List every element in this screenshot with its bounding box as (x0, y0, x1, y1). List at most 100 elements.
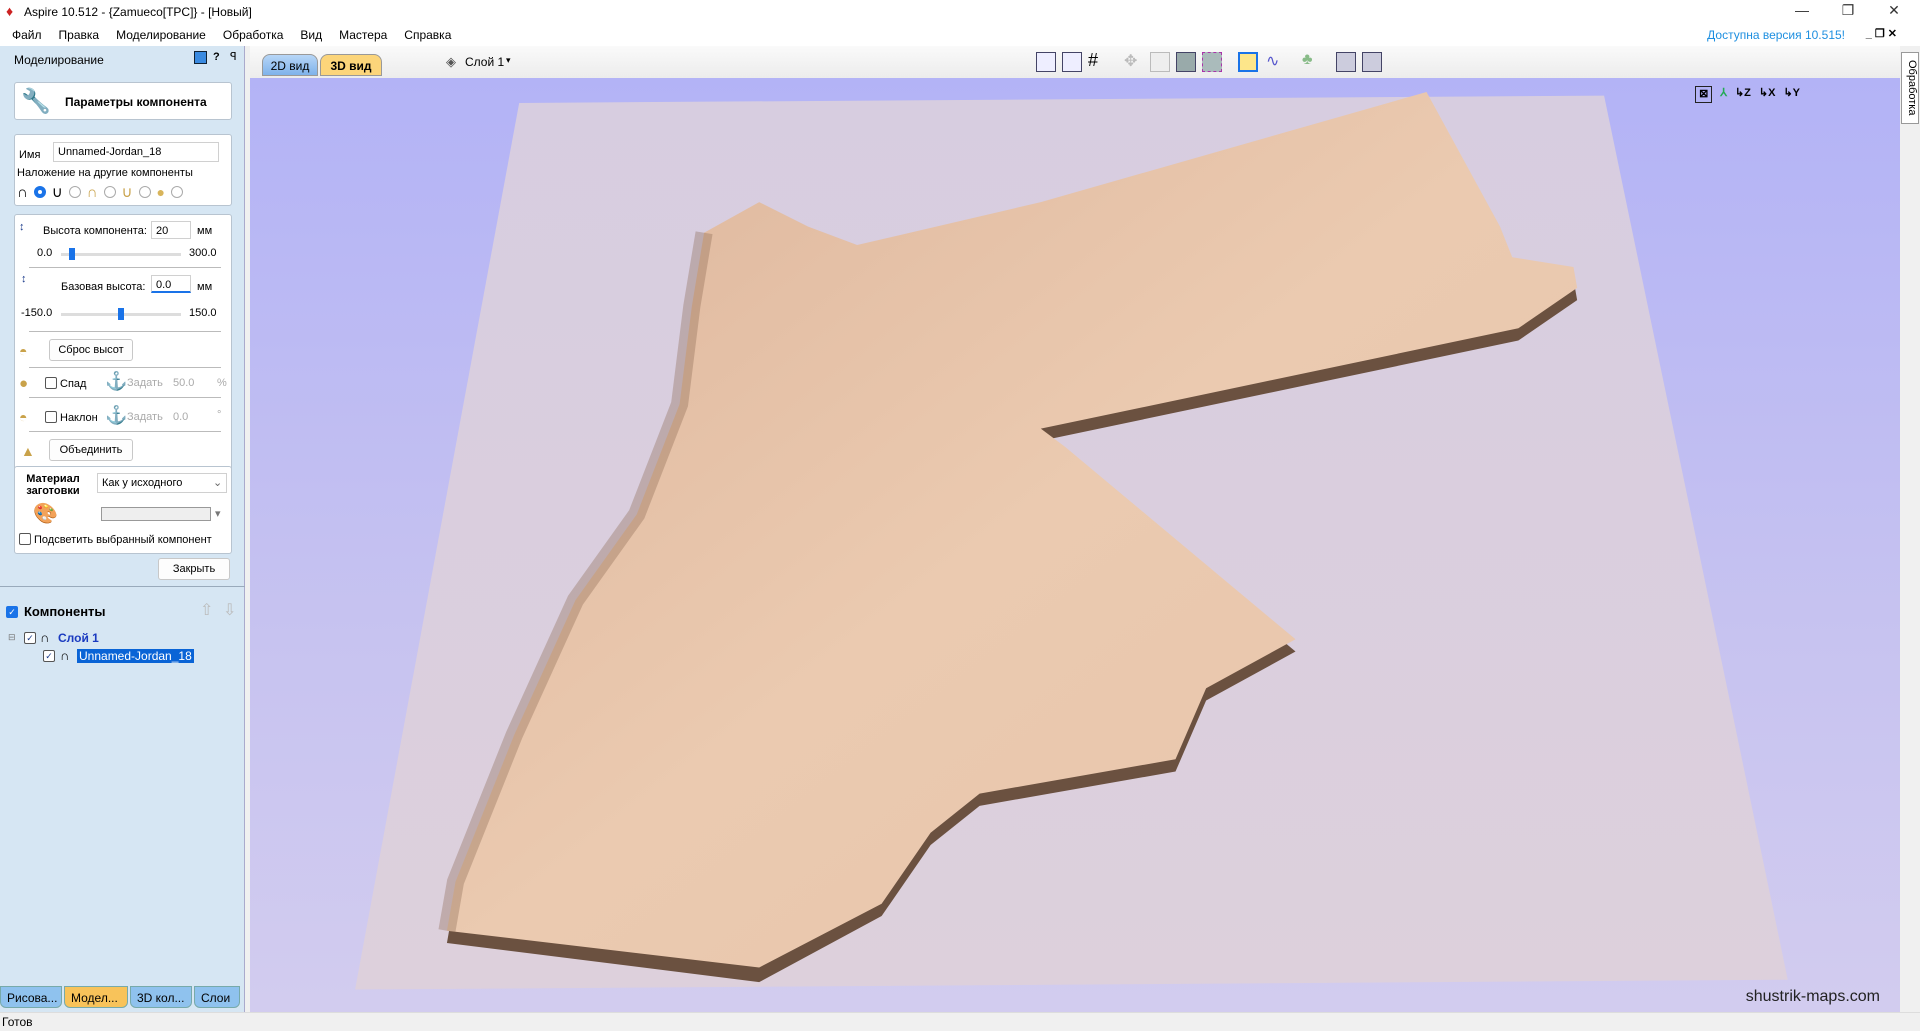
move-down-icon[interactable]: ⇩ (223, 600, 236, 620)
reset-heights-button[interactable]: Сброс высот (49, 339, 133, 361)
component-item[interactable]: Unnamed-Jordan_18 (77, 649, 194, 663)
item-checkbox[interactable]: ✓ (43, 650, 55, 662)
merge-button[interactable]: Объединить (49, 439, 133, 461)
collapse-icon[interactable]: ⊟ (8, 632, 16, 643)
help-icon[interactable]: ? (213, 51, 220, 63)
height-max: 300.0 (189, 247, 217, 259)
layer-name[interactable]: Слой 1 (58, 631, 99, 645)
pan-icon[interactable]: ✥ (1124, 51, 1137, 71)
menu-modeling[interactable]: Моделирование (116, 28, 206, 42)
view-toolbar: 2D вид 3D вид ◈ Слой 1 ▾ # ✥ ∿ ♣ (250, 46, 1900, 78)
fit-all-icon[interactable]: ⊠ (1695, 86, 1713, 103)
maximize-button[interactable]: ❐ (1828, 2, 1868, 19)
3d-viewport[interactable]: ⊠ ⅄ ↳Z ↳X ↳Y shustrik-maps.com (250, 78, 1900, 1012)
components-checkbox[interactable]: ✓ (6, 606, 18, 618)
chevron-down-icon[interactable]: ▾ (215, 507, 221, 520)
chevron-down-icon[interactable]: ▾ (506, 55, 511, 66)
tab-2d-view[interactable]: 2D вид (262, 54, 318, 76)
height-section: ↕ Высота компонента: 20 мм 0.0 300.0 ↕ Б… (14, 214, 232, 506)
add-mode-icon: ∩ (17, 183, 28, 201)
tab-modeling[interactable]: Модел... (64, 986, 128, 1008)
layer-icon: ∩ (40, 630, 50, 645)
overlay-radio-add[interactable] (33, 186, 46, 198)
minimize-button[interactable]: — (1782, 2, 1822, 18)
anchor-icon[interactable]: ⚓ (105, 405, 127, 426)
tilt-checkbox[interactable] (45, 411, 57, 423)
tilt-icon: ◓ (19, 409, 28, 425)
dock-icon[interactable] (194, 51, 207, 64)
chevron-down-icon: ⌄ (213, 477, 223, 489)
merge-low-icon: ∪ (121, 184, 133, 201)
update-link[interactable]: Доступна версия 10.515! (1707, 28, 1845, 42)
height-slider[interactable] (61, 248, 181, 260)
menu-file[interactable]: Файл (12, 28, 42, 42)
view-x-icon[interactable]: ↳X (1759, 86, 1776, 103)
fade-set-button: Задать (127, 377, 163, 389)
split-vertical-icon[interactable] (1362, 52, 1382, 72)
name-input[interactable]: Unnamed-Jordan_18 (53, 142, 219, 162)
tilt-unit: ° (217, 409, 222, 421)
base-input[interactable]: 0.0 (151, 275, 191, 293)
right-dock: Обработка (1900, 46, 1920, 1012)
split-horizontal-icon[interactable] (1336, 52, 1356, 72)
highlight-checkbox[interactable] (19, 533, 31, 545)
base-slider[interactable] (61, 308, 181, 320)
zoom-icon[interactable] (1150, 52, 1170, 72)
grid-icon[interactable]: # (1088, 50, 1098, 71)
height-input[interactable]: 20 (151, 221, 191, 239)
close-panel-button[interactable]: Закрыть (158, 558, 230, 580)
menu-wizards[interactable]: Мастера (339, 28, 387, 42)
overlay-radio-low[interactable] (138, 186, 151, 198)
color-picker[interactable] (101, 507, 211, 521)
height-min: 0.0 (37, 247, 53, 259)
fade-checkbox[interactable] (45, 377, 57, 389)
height-slider-thumb[interactable] (68, 248, 75, 260)
material-select[interactable]: Как у исходного (97, 473, 227, 493)
menu-edit[interactable]: Правка (59, 28, 100, 42)
fade-label: Спад (60, 378, 87, 390)
close-button[interactable]: ✕ (1874, 2, 1914, 19)
reset-icon: ◓ (19, 343, 28, 359)
layer-checkbox[interactable]: ✓ (24, 632, 36, 644)
components-title: Компоненты (24, 604, 106, 619)
height-icon: ↕ (19, 221, 25, 233)
menu-bar: Файл Правка Моделирование Обработка Вид … (0, 24, 1920, 46)
zoom-extents-icon[interactable] (1176, 52, 1196, 72)
app-logo-icon: ♦ (6, 3, 14, 19)
tab-drawing[interactable]: Рисова... (0, 986, 62, 1008)
iso-view-icon[interactable]: ⅄ (1720, 86, 1727, 103)
menu-toolpaths[interactable]: Обработка (223, 28, 284, 42)
merge-icon: ▲ (21, 443, 35, 459)
tab-3d-clipart[interactable]: 3D кол... (130, 986, 192, 1008)
menu-view[interactable]: Вид (300, 28, 322, 42)
anchor-icon[interactable]: ⚓ (105, 371, 127, 392)
mdi-controls[interactable]: _ ❐ ✕ (1866, 27, 1897, 40)
tab-layers[interactable]: Слои (194, 986, 240, 1008)
pin-icon[interactable]: ꟼ (230, 50, 237, 63)
material-section: Материал заготовки Как у исходного ⌄ 🎨 ▾… (14, 466, 232, 554)
header-title: Параметры компонента (65, 95, 207, 109)
layer-dropdown[interactable]: Слой 1 (465, 55, 504, 69)
panel-title: Моделирование (14, 53, 104, 67)
material-icon[interactable]: ♣ (1302, 51, 1313, 69)
menu-help[interactable]: Справка (404, 28, 451, 42)
view-z-icon[interactable]: ↳Z (1735, 86, 1751, 103)
toolpath-preview-icon[interactable]: ∿ (1266, 51, 1279, 71)
tab-3d-view[interactable]: 3D вид (320, 54, 382, 76)
base-slider-thumb[interactable] (118, 308, 124, 320)
view-y-icon[interactable]: ↳Y (1783, 86, 1800, 103)
zoom-box-icon[interactable] (1202, 52, 1222, 72)
overlay-radio-subtract[interactable] (68, 186, 81, 198)
overlay-radio-high[interactable] (103, 186, 116, 198)
show-vectors-icon[interactable] (1062, 52, 1082, 72)
base-max: 150.0 (189, 307, 217, 319)
render-toggle-icon[interactable] (1238, 52, 1258, 72)
move-up-icon[interactable]: ⇧ (200, 600, 213, 620)
status-bar: Готов (0, 1012, 1920, 1030)
fit-view-icon[interactable] (1036, 52, 1056, 72)
merge-high-icon: ∩ (86, 183, 98, 201)
tab-toolpaths[interactable]: Обработка (1901, 52, 1919, 124)
subtract-mode-icon: ∪ (51, 184, 63, 201)
overlay-radio-multiply[interactable] (171, 186, 183, 198)
palette-icon: 🎨 (33, 503, 58, 525)
